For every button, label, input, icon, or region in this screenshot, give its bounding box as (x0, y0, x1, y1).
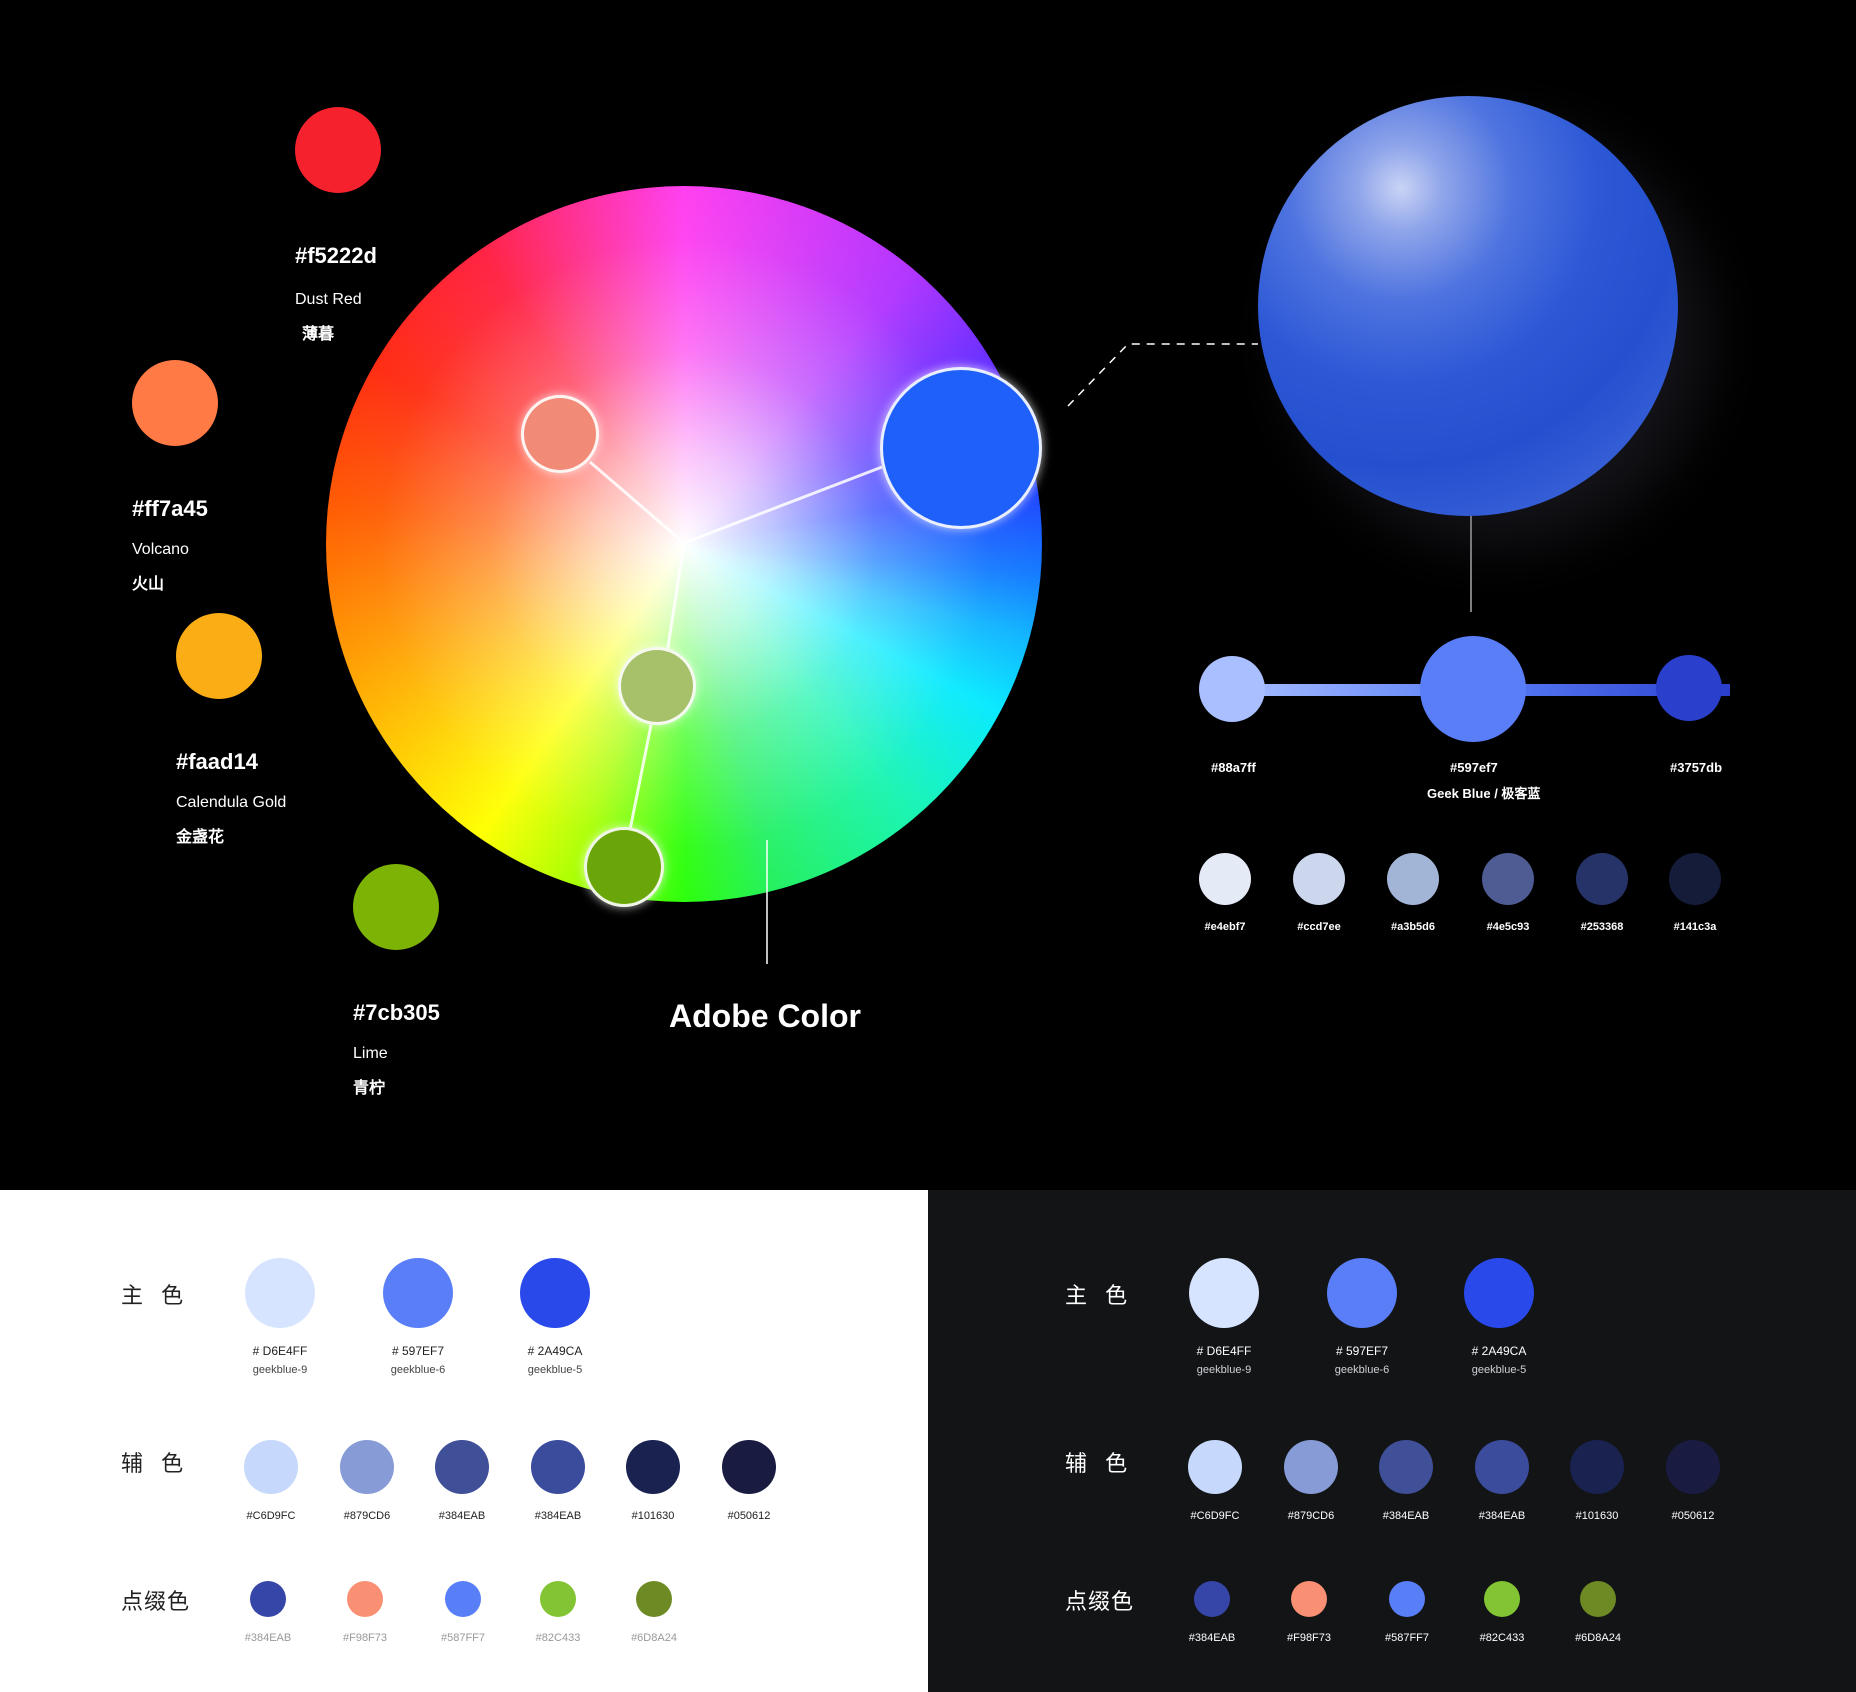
accent-color-label: 点缀色 (121, 1589, 191, 1614)
shade-swatch[interactable] (1482, 853, 1534, 905)
primary-swatch[interactable] (1327, 1258, 1397, 1328)
dark-theme-panel: 主 色 辅 色 点缀色 # D6E4FF geekblue-9 # 597EF7 ge… (928, 1190, 1856, 1692)
accent-hex-label: #6D8A24 (1575, 1632, 1621, 1644)
wheel-node-blue[interactable] (880, 367, 1042, 529)
secondary-swatch[interactable] (1284, 1440, 1338, 1494)
shade-hex-label: #141c3a (1673, 921, 1717, 933)
primary-token-name: geekblue-6 (1334, 1364, 1390, 1376)
accent-hex-label: #384EAB (1188, 1632, 1236, 1644)
primary-swatch[interactable] (1189, 1258, 1259, 1328)
adobe-color-title: Adobe Color (669, 998, 861, 1034)
accent-hex-label: #587FF7 (1384, 1632, 1430, 1644)
shade-hex-label: #253368 (1580, 921, 1624, 933)
secondary-swatch[interactable] (244, 1440, 298, 1494)
primary-hex-label: # 597EF7 (391, 1344, 445, 1358)
shade-swatch[interactable] (1669, 853, 1721, 905)
scale-dot-dark[interactable] (1656, 655, 1722, 721)
scale-dot-light[interactable] (1199, 656, 1265, 722)
accent-swatch[interactable] (1291, 1581, 1327, 1617)
shade-swatch[interactable] (1576, 853, 1628, 905)
shade-swatch[interactable] (1293, 853, 1345, 905)
secondary-swatch[interactable] (435, 1440, 489, 1494)
scale-hex-dark: #3757db (1670, 760, 1723, 775)
primary-token-name: geekblue-9 (1196, 1364, 1252, 1376)
secondary-hex-label: #384EAB (534, 1510, 582, 1522)
primary-token-name: geekblue-9 (252, 1364, 308, 1376)
shade-hex-label: #ccd7ee (1297, 921, 1341, 933)
accent-hex-label: #82C433 (1479, 1632, 1525, 1644)
accent-hex-label: #F98F73 (1286, 1632, 1332, 1644)
secondary-swatch[interactable] (1379, 1440, 1433, 1494)
shade-hex-label: #4e5c93 (1486, 921, 1530, 933)
secondary-hex-label: #101630 (631, 1510, 675, 1522)
primary-token-name: geekblue-5 (1471, 1364, 1527, 1376)
secondary-swatch[interactable] (1570, 1440, 1624, 1494)
shade-hex-label: #a3b5d6 (1390, 921, 1436, 933)
accent-hex-label: #384EAB (244, 1632, 292, 1644)
light-theme-panel: 主 色 辅 色 点缀色 # D6E4FF geekblue-9 # 597EF7 ge… (0, 1190, 928, 1692)
primary-color-label: 主 色 (121, 1283, 190, 1308)
accent-hex-label: #6D8A24 (631, 1632, 677, 1644)
secondary-hex-label: #879CD6 (343, 1510, 391, 1522)
secondary-hex-label: #384EAB (438, 1510, 486, 1522)
wheel-node-green[interactable] (584, 827, 664, 907)
secondary-hex-label: #384EAB (1478, 1510, 1526, 1522)
primary-color-label: 主 色 (1065, 1283, 1134, 1308)
primary-hex-label: # 597EF7 (1335, 1344, 1389, 1358)
hero-area: #f5222d Dust Red 薄暮 #ff7a45 Volcano 火山 #… (0, 0, 1856, 1190)
wheel-node-salmon[interactable] (521, 395, 599, 473)
primary-hex-label: # 2A49CA (527, 1344, 583, 1358)
primary-token-name: geekblue-6 (390, 1364, 446, 1376)
primary-hex-label: # D6E4FF (1196, 1344, 1252, 1358)
secondary-swatch[interactable] (1666, 1440, 1720, 1494)
secondary-swatch[interactable] (626, 1440, 680, 1494)
secondary-swatch[interactable] (1188, 1440, 1242, 1494)
secondary-hex-label: #050612 (727, 1510, 771, 1522)
shade-swatch[interactable] (1199, 853, 1251, 905)
primary-hex-label: # D6E4FF (252, 1344, 308, 1358)
secondary-swatch[interactable] (340, 1440, 394, 1494)
primary-swatch[interactable] (245, 1258, 315, 1328)
accent-swatch[interactable] (250, 1581, 286, 1617)
secondary-hex-label: #C6D9FC (1190, 1510, 1240, 1522)
accent-hex-label: #F98F73 (342, 1632, 388, 1644)
primary-swatch[interactable] (1464, 1258, 1534, 1328)
scale-hex-light: #88a7ff (1211, 760, 1256, 775)
secondary-hex-label: #050612 (1671, 1510, 1715, 1522)
shade-swatch[interactable] (1387, 853, 1439, 905)
secondary-hex-label: #C6D9FC (246, 1510, 296, 1522)
geek-blue-sphere (1258, 96, 1678, 516)
accent-swatch[interactable] (1484, 1581, 1520, 1617)
accent-swatch[interactable] (636, 1581, 672, 1617)
accent-hex-label: #82C433 (535, 1632, 581, 1644)
secondary-hex-label: #101630 (1575, 1510, 1619, 1522)
wheel-node-olive[interactable] (618, 647, 696, 725)
secondary-hex-label: #384EAB (1382, 1510, 1430, 1522)
primary-swatch[interactable] (383, 1258, 453, 1328)
secondary-swatch[interactable] (722, 1440, 776, 1494)
secondary-color-label: 辅 色 (121, 1451, 190, 1476)
secondary-swatch[interactable] (1475, 1440, 1529, 1494)
accent-hex-label: #587FF7 (440, 1632, 486, 1644)
accent-swatch[interactable] (347, 1581, 383, 1617)
accent-color-label: 点缀色 (1065, 1589, 1135, 1614)
secondary-color-label: 辅 色 (1065, 1451, 1134, 1476)
accent-swatch[interactable] (1389, 1581, 1425, 1617)
geek-blue-name: Geek Blue / 极客蓝 (1427, 786, 1541, 801)
secondary-hex-label: #879CD6 (1287, 1510, 1335, 1522)
shade-hex-label: #e4ebf7 (1204, 921, 1246, 933)
primary-token-name: geekblue-5 (527, 1364, 583, 1376)
scale-dot-main[interactable] (1420, 636, 1526, 742)
scale-hex-main: #597ef7 (1450, 760, 1498, 775)
secondary-swatch[interactable] (531, 1440, 585, 1494)
primary-hex-label: # 2A49CA (1471, 1344, 1527, 1358)
accent-swatch[interactable] (540, 1581, 576, 1617)
accent-swatch[interactable] (1194, 1581, 1230, 1617)
accent-swatch[interactable] (1580, 1581, 1616, 1617)
primary-swatch[interactable] (520, 1258, 590, 1328)
accent-swatch[interactable] (445, 1581, 481, 1617)
